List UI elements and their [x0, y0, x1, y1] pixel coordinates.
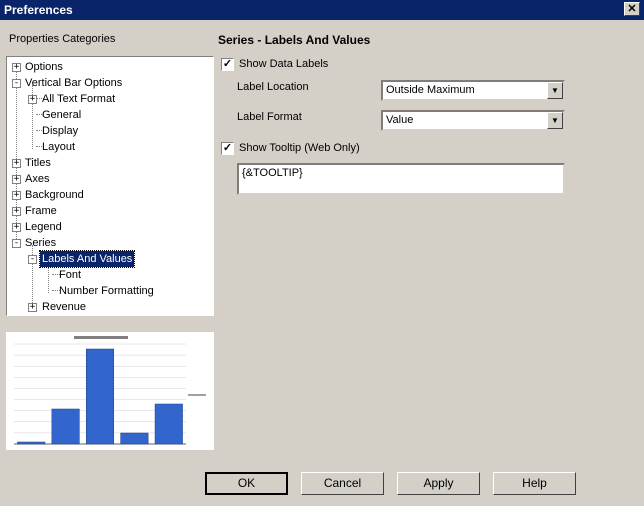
expand-icon[interactable]: +	[28, 303, 37, 312]
chevron-down-icon[interactable]: ▼	[547, 82, 563, 99]
label-format-label: Label Format	[237, 111, 302, 123]
label-location-value: Outside Maximum	[386, 84, 475, 96]
tree-item-general[interactable]: General	[42, 107, 81, 123]
tooltip-text-field[interactable]: {&TOOLTIP}	[237, 163, 565, 195]
expand-icon[interactable]: +	[12, 63, 21, 72]
apply-button[interactable]: Apply	[397, 472, 480, 495]
preview-bar	[120, 432, 149, 445]
label-location-select[interactable]: Outside Maximum ▼	[381, 80, 565, 101]
expand-icon[interactable]: +	[12, 191, 21, 200]
label-location-label: Label Location	[237, 81, 309, 93]
close-button[interactable]: ✕	[624, 2, 640, 16]
expand-icon[interactable]: +	[12, 159, 21, 168]
window-title: Preferences	[4, 3, 73, 17]
preview-bar	[51, 408, 80, 445]
chart-preview	[6, 332, 214, 450]
cancel-button[interactable]: Cancel	[301, 472, 384, 495]
ok-button[interactable]: OK	[205, 472, 288, 495]
categories-tree[interactable]: + Options - Vertical Bar Options + All T…	[6, 56, 214, 316]
label-format-value: Value	[386, 114, 414, 126]
collapse-icon[interactable]: -	[12, 79, 21, 88]
preview-bar	[85, 348, 115, 445]
show-tooltip-checkbox[interactable]: ✓	[221, 142, 234, 155]
show-data-labels-label: Show Data Labels	[239, 58, 329, 70]
section-heading: Series - Labels And Values	[218, 33, 371, 47]
tree-item-layout[interactable]: Layout	[42, 139, 75, 155]
tree-item-display[interactable]: Display	[42, 123, 78, 139]
show-tooltip-label: Show Tooltip (Web Only)	[239, 142, 360, 154]
chevron-down-icon[interactable]: ▼	[547, 112, 563, 129]
expand-icon[interactable]: +	[28, 95, 37, 104]
preview-legend-mark	[188, 394, 206, 396]
title-bar: Preferences ✕	[0, 0, 644, 20]
collapse-icon[interactable]: -	[28, 255, 37, 264]
close-icon: ✕	[627, 3, 637, 15]
preview-title-mark	[74, 336, 128, 339]
collapse-icon[interactable]: -	[12, 239, 21, 248]
tree-item-font[interactable]: Font	[59, 267, 81, 283]
help-button[interactable]: Help	[493, 472, 576, 495]
preview-bar	[154, 403, 183, 445]
expand-icon[interactable]: +	[12, 223, 21, 232]
tree-item-number-formatting[interactable]: Number Formatting	[59, 283, 154, 299]
show-data-labels-checkbox[interactable]: ✓	[221, 58, 234, 71]
expand-icon[interactable]: +	[12, 207, 21, 216]
preview-chart-svg	[6, 332, 214, 450]
expand-icon[interactable]: +	[12, 175, 21, 184]
categories-heading: Properties Categories	[9, 33, 116, 45]
preview-bar	[17, 441, 46, 445]
label-format-select[interactable]: Value ▼	[381, 110, 565, 131]
